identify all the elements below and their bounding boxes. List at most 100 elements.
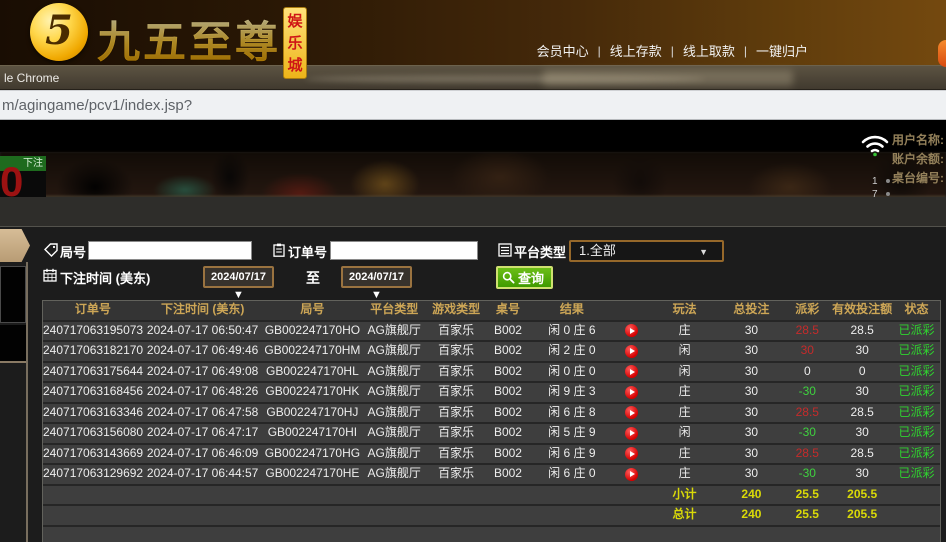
cell-game_no: GB002247170HL	[263, 363, 363, 382]
site-logo[interactable]: 5	[30, 3, 88, 61]
player-info-labels: 用户名称: 账户余额: 桌台编号:	[892, 131, 946, 188]
cell-time: 2024-07-17 06:47:58	[143, 404, 263, 423]
order-no-label: 订单号	[288, 242, 327, 261]
cell-result: 闲 9 庄 3	[530, 383, 614, 402]
cell-platform: AG旗舰厅	[362, 404, 426, 423]
cell-order: 240717063168456	[43, 383, 143, 402]
play-video-button[interactable]	[625, 468, 638, 481]
browser-address-bar[interactable]: m/agingame/pcv1/index.jsp?	[0, 90, 946, 120]
cell-status: 已派彩	[893, 404, 940, 423]
cell-valid_bet: 30	[831, 342, 893, 361]
play-video-button[interactable]	[625, 447, 638, 460]
cell-platform: AG旗舰厅	[362, 322, 426, 341]
cell-game_type: 百家乐	[426, 404, 486, 423]
cell-play_type: 庄	[650, 404, 720, 423]
balance-label: 账户余额:	[892, 150, 946, 169]
play-video-button[interactable]	[625, 365, 638, 378]
table-row: 2407170631560802024-07-17 06:47:17GB0022…	[43, 424, 940, 445]
game-no-label: 局号	[60, 242, 86, 261]
table-header-row: 订单号下注时间 (美东)局号平台类型游戏类型桌号结果玩法总投注派彩有效投注额状态	[43, 301, 940, 322]
signal-numbers: 1 7	[872, 175, 878, 201]
nav-online-deposit[interactable]: 线上存款	[610, 41, 662, 60]
cell-platform: AG旗舰厅	[362, 445, 426, 464]
cell-game_no: GB002247170HE	[263, 465, 363, 484]
nav-member-center[interactable]: 会员中心	[537, 41, 589, 60]
left-edge-tab	[0, 229, 30, 262]
nav-online-withdraw[interactable]: 线上取款	[683, 41, 735, 60]
left-edge-divider	[26, 262, 28, 542]
cell-game_no: GB002247170HM	[263, 342, 363, 361]
cell-game_no: GB002247170HJ	[263, 404, 363, 423]
play-video-button[interactable]	[625, 345, 638, 358]
cell-payout: 0	[783, 363, 831, 382]
wifi-icon	[860, 133, 890, 157]
play-cell	[614, 363, 650, 382]
spacer-cell	[43, 506, 650, 525]
summary-payout: 25.5	[783, 486, 831, 505]
cell-order: 240717063182170	[43, 342, 143, 361]
cell-play_type: 庄	[650, 383, 720, 402]
search-button[interactable]: 查询	[496, 266, 553, 289]
column-header	[614, 301, 650, 320]
platform-list-icon	[498, 243, 512, 257]
cell-order: 240717063156080	[43, 424, 143, 443]
platform-type-select[interactable]: 1.全部 ▼	[569, 240, 724, 262]
cell-game_no: GB002247170HO	[263, 322, 363, 341]
table-row: 2407170631950732024-07-17 06:50:47GB0022…	[43, 322, 940, 343]
cell-order: 240717063129692	[43, 465, 143, 484]
date-to-picker[interactable]: 2024/07/17 ▼	[341, 266, 412, 288]
column-header: 游戏类型	[426, 301, 486, 320]
bet-record-panel: 局号 订单号 平台类型 1.全部 ▼	[0, 226, 946, 542]
table-filler-row	[43, 527, 940, 542]
cell-game_type: 百家乐	[426, 342, 486, 361]
site-header: 5 九五至尊 会员中心 | 线上存款 | 线上取款 | 一键归户	[0, 0, 946, 65]
cell-time: 2024-07-17 06:44:57	[143, 465, 263, 484]
play-video-button[interactable]	[625, 386, 638, 399]
play-video-button[interactable]	[625, 324, 638, 337]
cell-result: 闲 0 庄 6	[530, 322, 614, 341]
column-header: 状态	[893, 301, 940, 320]
video-info-panel: 1 7 用户名称: 账户余额: 桌台编号:	[852, 127, 946, 209]
search-button-label: 查询	[518, 268, 544, 287]
date-from-picker[interactable]: 2024/07/17 ▼	[203, 266, 274, 288]
column-header: 订单号	[43, 301, 143, 320]
cell-play_type: 闲	[650, 363, 720, 382]
column-header: 总投注	[720, 301, 784, 320]
game-no-input[interactable]	[88, 241, 252, 260]
table-row: 2407170631821702024-07-17 06:49:46GB0022…	[43, 342, 940, 363]
cell-total_bet: 30	[720, 404, 784, 423]
cell-valid_bet: 28.5	[831, 322, 893, 341]
play-video-button[interactable]	[625, 427, 638, 440]
cell-status: 已派彩	[893, 445, 940, 464]
column-header: 有效投注额	[831, 301, 893, 320]
play-cell	[614, 424, 650, 443]
order-no-input[interactable]	[330, 241, 478, 260]
cell-play_type: 庄	[650, 445, 720, 464]
column-header: 玩法	[650, 301, 720, 320]
cell-table_no: B002	[486, 342, 530, 361]
side-floating-button[interactable]	[938, 40, 946, 67]
table-row: 2407170631436692024-07-17 06:46:09GB0022…	[43, 445, 940, 466]
cell-valid_bet: 0	[831, 363, 893, 382]
nav-one-key-transfer[interactable]: 一键归户	[756, 41, 808, 60]
cell-total_bet: 30	[720, 342, 784, 361]
site-title: 九五至尊	[97, 8, 281, 70]
summary-valid-bet: 205.5	[831, 506, 893, 525]
column-header: 桌号	[486, 301, 530, 320]
cell-result: 闲 6 庄 9	[530, 445, 614, 464]
cell-order: 240717063175644	[43, 363, 143, 382]
play-cell	[614, 465, 650, 484]
nav-separator: |	[598, 44, 601, 58]
casino-video-frame	[0, 152, 946, 197]
bet-amount-box: 下注 0	[0, 156, 46, 197]
cell-table_no: B002	[486, 383, 530, 402]
cell-time: 2024-07-17 06:47:17	[143, 424, 263, 443]
play-cell	[614, 404, 650, 423]
cell-time: 2024-07-17 06:49:08	[143, 363, 263, 382]
empty-cell	[893, 506, 940, 525]
cell-game_type: 百家乐	[426, 445, 486, 464]
logo-number: 5	[45, 7, 73, 54]
play-cell	[614, 322, 650, 341]
play-video-button[interactable]	[625, 406, 638, 419]
cell-platform: AG旗舰厅	[362, 363, 426, 382]
